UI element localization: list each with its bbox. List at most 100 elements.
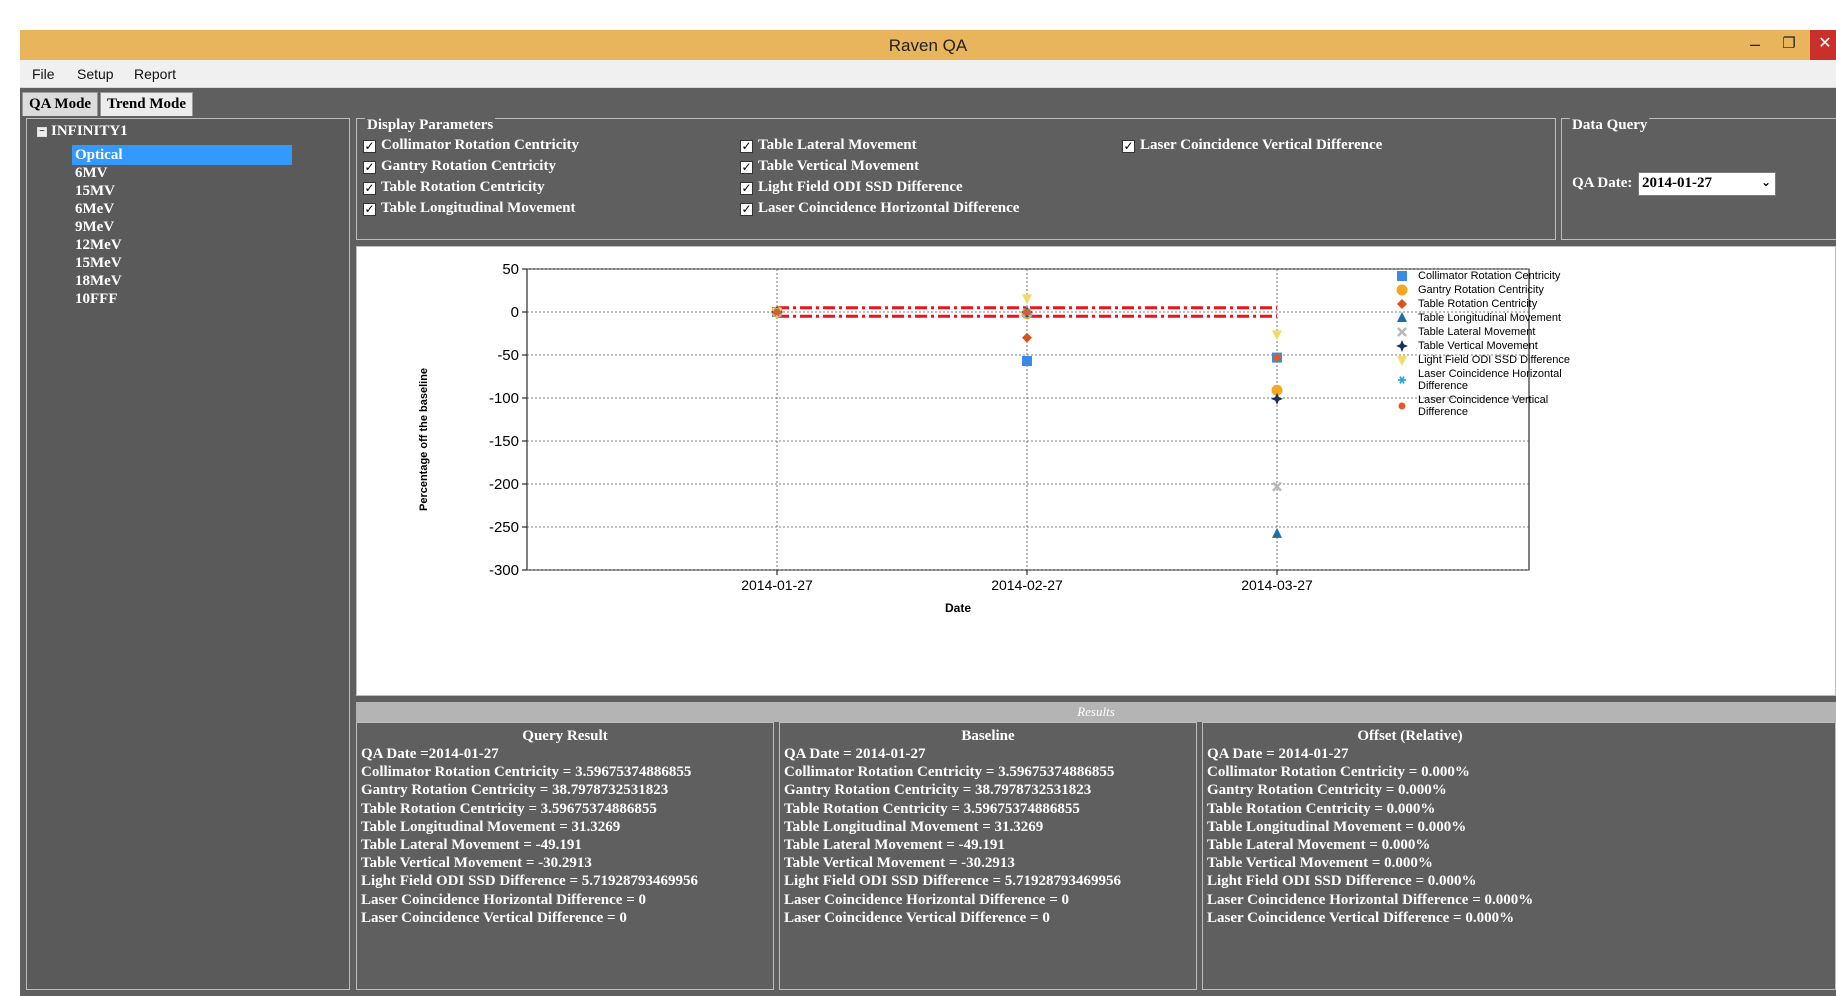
result-line: Collimator Rotation Centricity = 3.59675…: [784, 764, 1115, 781]
close-button[interactable]: ✕: [1810, 30, 1836, 60]
baseline-title: Baseline: [961, 728, 1015, 744]
menu-file[interactable]: File: [32, 66, 55, 82]
legend-label: Collimator Rotation Centricity: [1418, 270, 1561, 282]
offset-lines: QA Date = 2014-01-27 Collimator Rotation …: [1207, 745, 1831, 927]
param-label: Light Field ODI SSD Difference: [758, 179, 963, 195]
collapse-icon[interactable]: −: [37, 127, 47, 137]
menu-bar: File Setup Report: [20, 60, 1836, 88]
menu-report[interactable]: Report: [134, 66, 176, 82]
chart-svg: 50 0 -50 -100 -150 -200 -250 -300 2014-01-27 2014…: [418, 261, 1570, 615]
checkbox-checked-icon[interactable]: ✓: [363, 203, 376, 216]
title-bar: Raven QA – ❐ ✕: [20, 30, 1836, 60]
legend-label: Laser Coincidence Horizontal: [1418, 368, 1562, 380]
qa-date-value: 2014-01-27: [1642, 175, 1712, 191]
tree-item-6mv[interactable]: 6MV: [72, 163, 292, 183]
x-tick-label: 2014-03-27: [1241, 577, 1313, 593]
param-label: Gantry Rotation Centricity: [381, 158, 556, 174]
param-checkbox-table-vertical-movement[interactable]: ✓ Table Vertical Movement: [740, 158, 919, 175]
checkbox-checked-icon[interactable]: ✓: [363, 161, 376, 174]
maximize-button[interactable]: ❐: [1772, 30, 1806, 60]
query-result-panel: Query Result QA Date =2014-01-27 Collimat…: [356, 722, 774, 990]
y-tick-label: -200: [489, 476, 519, 493]
x-tick-label: 2014-01-27: [741, 577, 813, 593]
tree-item-10fff[interactable]: 10FFF: [72, 289, 292, 309]
result-line: Gantry Rotation Centricity = 0.000%: [1207, 782, 1447, 799]
param-checkbox-laser-coincidence-horizontal-difference[interactable]: ✓ Laser Coincidence Horizontal Difference: [740, 200, 1019, 217]
checkbox-checked-icon[interactable]: ✓: [740, 161, 753, 174]
legend-marker: [1397, 312, 1407, 322]
data-point: [1271, 392, 1283, 405]
tree-root[interactable]: − INFINITY1: [37, 123, 128, 140]
tree-item-12mev[interactable]: 12MeV: [72, 235, 292, 255]
y-tick-label: -300: [489, 562, 519, 579]
tab-trend-mode[interactable]: Trend Mode: [100, 92, 194, 116]
qa-date-select[interactable]: 2014-01-27 ⌄: [1638, 172, 1776, 196]
data-point: [1022, 294, 1032, 305]
result-line: Light Field ODI SSD Difference = 5.71928…: [361, 873, 699, 890]
query-result-lines: QA Date =2014-01-27 Collimator Rotation C…: [361, 745, 769, 927]
qa-date-label: QA Date:: [1572, 175, 1633, 191]
result-line: QA Date = 2014-01-27: [784, 746, 926, 762]
result-line: Collimator Rotation Centricity = 3.59675…: [361, 764, 692, 781]
checkbox-checked-icon[interactable]: ✓: [1122, 140, 1135, 153]
results-header: Results: [356, 702, 1836, 722]
offset-panel: Offset (Relative) QA Date = 2014-01-27 Co…: [1202, 722, 1836, 990]
data-point: [1023, 308, 1031, 316]
checkbox-checked-icon[interactable]: ✓: [740, 203, 753, 216]
tab-qa-mode[interactable]: QA Mode: [22, 92, 99, 116]
checkbox-checked-icon[interactable]: ✓: [740, 140, 753, 153]
result-line: Table Rotation Centricity = 3.5967537488…: [784, 800, 1080, 817]
menu-setup[interactable]: Setup: [77, 66, 114, 82]
result-line: Table Rotation Centricity = 3.5967537488…: [361, 800, 657, 817]
data-point: [1273, 354, 1281, 362]
tree-item-15mv[interactable]: 15MV: [72, 181, 292, 201]
legend-label: Table Longitudinal Movement: [1418, 312, 1561, 324]
param-checkbox-table-longitudinal-movement[interactable]: ✓ Table Longitudinal Movement: [363, 200, 575, 217]
app-window: Raven QA – ❐ ✕ File Setup Report QA Mode…: [20, 30, 1836, 996]
param-label: Laser Coincidence Horizontal Difference: [758, 200, 1020, 216]
data-point: [1272, 330, 1282, 341]
x-axis-label: Date: [945, 601, 971, 615]
result-line: Table Longitudinal Movement = 0.000%: [1207, 818, 1467, 835]
result-line: Light Field ODI SSD Difference = 0.000%: [1207, 873, 1477, 890]
tree-item-18mev[interactable]: 18MeV: [72, 271, 292, 291]
y-tick-label: -250: [489, 519, 519, 536]
tree-item-optical[interactable]: Optical: [72, 145, 292, 165]
legend-marker: [1397, 356, 1407, 366]
y-axis-label: Percentage off the baseline: [418, 368, 430, 511]
chevron-down-icon[interactable]: ⌄: [1761, 175, 1771, 189]
legend-marker: [1398, 402, 1406, 410]
result-line: Table Rotation Centricity = 0.000%: [1207, 800, 1436, 817]
checkbox-checked-icon[interactable]: ✓: [740, 182, 753, 195]
result-line: Collimator Rotation Centricity = 0.000%: [1207, 764, 1470, 781]
tree-item-15mev[interactable]: 15MeV: [72, 253, 292, 273]
legend-label: Laser Coincidence Vertical: [1418, 394, 1548, 406]
param-checkbox-table-rotation-centricity[interactable]: ✓ Table Rotation Centricity: [363, 179, 545, 196]
result-line: Table Lateral Movement = 0.000%: [1207, 837, 1431, 854]
baseline-panel: Baseline QA Date = 2014-01-27 Collimator …: [779, 722, 1197, 990]
tree-item-9mev[interactable]: 9MeV: [72, 217, 292, 237]
legend-label: Table Rotation Centricity: [1418, 298, 1538, 310]
result-line: Laser Coincidence Horizontal Difference …: [784, 891, 1070, 908]
result-line: Light Field ODI SSD Difference = 5.71928…: [784, 873, 1122, 890]
data-point: [1272, 527, 1282, 538]
param-checkbox-light-field-odi-ssd-difference[interactable]: ✓ Light Field ODI SSD Difference: [740, 179, 963, 196]
tree-item-6mev[interactable]: 6MeV: [72, 199, 292, 219]
result-line: Table Vertical Movement = 0.000%: [1207, 855, 1433, 872]
y-tick-label: -100: [489, 390, 519, 407]
display-parameters-group: Display Parameters ✓ Collimator Rotation …: [356, 117, 1556, 240]
data-query-title: Data Query: [1570, 117, 1650, 134]
minimize-button[interactable]: –: [1738, 30, 1772, 60]
checkbox-checked-icon[interactable]: ✓: [363, 182, 376, 195]
window-title: Raven QA: [888, 36, 968, 55]
param-checkbox-laser-coincidence-vertical-difference[interactable]: ✓ Laser Coincidence Vertical Difference: [1122, 137, 1382, 154]
checkbox-checked-icon[interactable]: ✓: [363, 140, 376, 153]
param-checkbox-gantry-rotation-centricity[interactable]: ✓ Gantry Rotation Centricity: [363, 158, 556, 175]
legend-marker: [1396, 284, 1408, 296]
legend-label: Light Field ODI SSD Difference: [1418, 354, 1570, 366]
query-result-title: Query Result: [522, 728, 608, 744]
param-checkbox-collimator-rotation-centricity[interactable]: ✓ Collimator Rotation Centricity: [363, 137, 579, 154]
param-label: Table Vertical Movement: [758, 158, 920, 174]
param-checkbox-table-lateral-movement[interactable]: ✓ Table Lateral Movement: [740, 137, 917, 154]
result-line: Laser Coincidence Vertical Difference = …: [784, 909, 1050, 926]
